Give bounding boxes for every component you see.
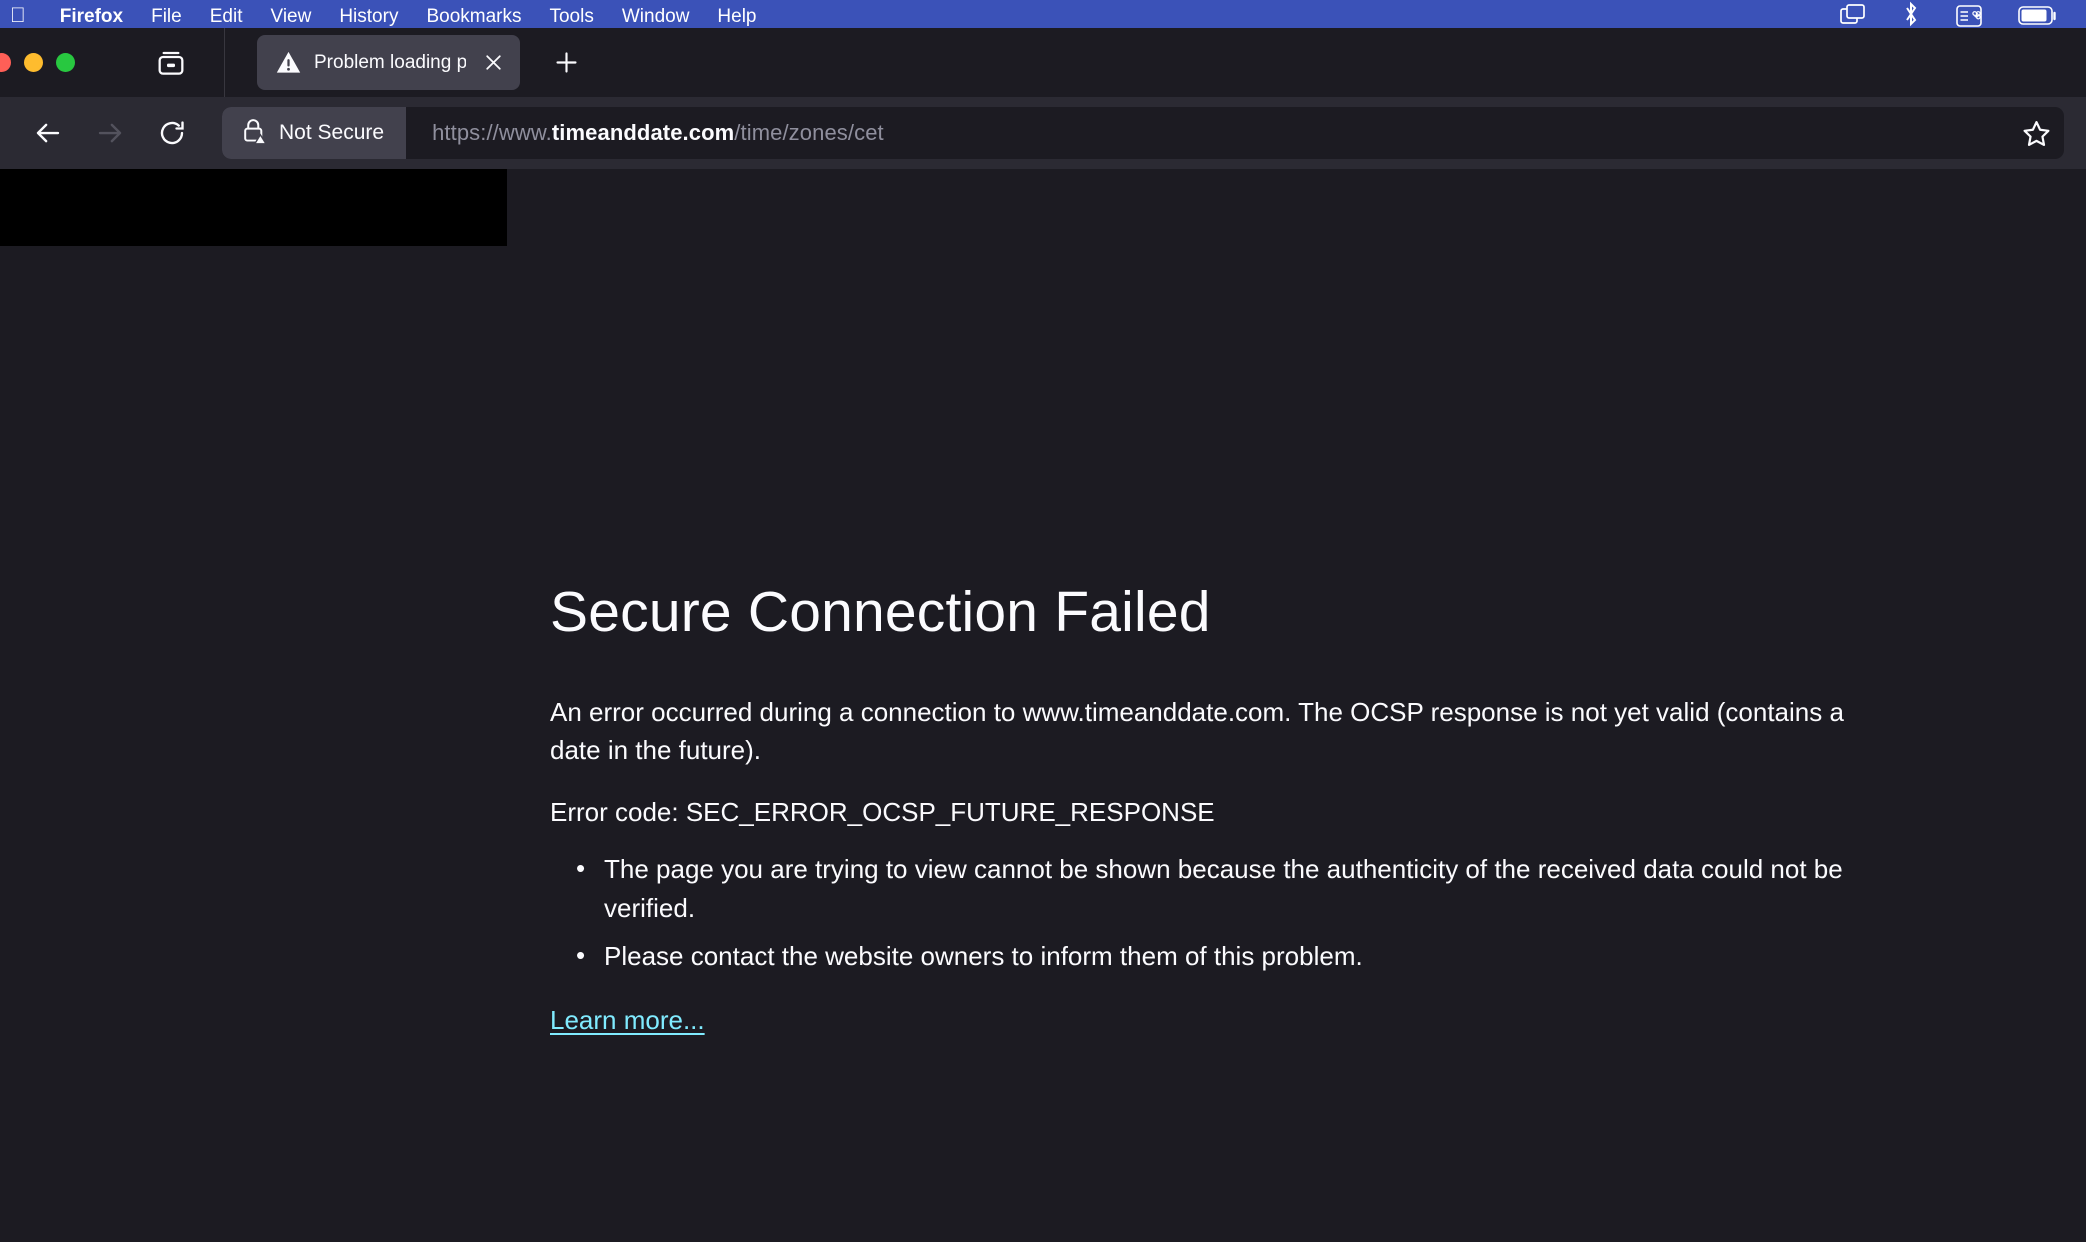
page-content-area: Secure Connection Failed An error occurr… <box>0 169 2086 1242</box>
keyboard-shortcut-icon[interactable] <box>1956 5 1982 27</box>
error-page: Secure Connection Failed An error occurr… <box>550 579 1920 1036</box>
page-title: Secure Connection Failed <box>550 579 1920 645</box>
url-bar[interactable]: Not Secure https://www.timeanddate.com/t… <box>222 107 2064 159</box>
menu-item-edit[interactable]: Edit <box>196 6 257 27</box>
menu-item-help[interactable]: Help <box>703 6 770 27</box>
tab-title: Problem loading page <box>314 52 466 74</box>
redaction-overlay <box>0 169 507 246</box>
menu-item-tools[interactable]: Tools <box>535 6 607 27</box>
back-button[interactable] <box>22 107 74 159</box>
tab-close-button[interactable] <box>478 48 508 78</box>
menu-item-window[interactable]: Window <box>608 6 704 27</box>
lock-warning-icon <box>242 117 268 150</box>
window-traffic-lights <box>0 53 92 72</box>
bluetooth-icon[interactable] <box>1902 1 1920 27</box>
menu-item-bookmarks[interactable]: Bookmarks <box>412 6 535 27</box>
window-maximize-button[interactable] <box>56 53 75 72</box>
not-secure-label: Not Secure <box>279 121 384 145</box>
macos-menu-bar:  Firefox File Edit View History Bookmar… <box>0 0 2086 28</box>
learn-more-link[interactable]: Learn more... <box>550 1005 705 1036</box>
error-description: An error occurred during a connection to… <box>550 693 1870 769</box>
menu-item-history[interactable]: History <box>325 6 412 27</box>
bookmark-star-icon[interactable] <box>2008 107 2064 159</box>
screen-mirroring-icon[interactable] <box>1840 3 1866 27</box>
menu-item-file[interactable]: File <box>137 6 196 27</box>
toolbar-divider <box>224 28 225 97</box>
not-secure-badge[interactable]: Not Secure <box>222 107 406 159</box>
browser-tab-strip: Problem loading page <box>0 28 2086 97</box>
url-path: /time/zones/cet <box>734 120 883 145</box>
forward-button[interactable] <box>84 107 136 159</box>
error-code: Error code: SEC_ERROR_OCSP_FUTURE_RESPON… <box>550 797 1920 828</box>
list-item: Please contact the website owners to inf… <box>550 937 1920 975</box>
apple-logo-icon[interactable]:  <box>10 5 26 26</box>
menu-item-view[interactable]: View <box>256 6 325 27</box>
firefox-view-button[interactable] <box>142 40 200 86</box>
browser-nav-toolbar: Not Secure https://www.timeanddate.com/t… <box>0 97 2086 169</box>
list-item: The page you are trying to view cannot b… <box>550 850 1920 926</box>
window-minimize-button[interactable] <box>24 53 43 72</box>
error-bullet-list: The page you are trying to view cannot b… <box>550 850 1920 975</box>
url-host: timeanddate.com <box>552 120 734 145</box>
menu-item-firefox[interactable]: Firefox <box>46 6 137 27</box>
tab-problem-loading-page[interactable]: Problem loading page <box>257 35 520 90</box>
warning-triangle-icon <box>275 49 302 76</box>
new-tab-button[interactable] <box>544 41 588 85</box>
url-scheme: https://www. <box>432 120 552 145</box>
battery-icon[interactable] <box>2018 5 2058 27</box>
reload-button[interactable] <box>146 107 198 159</box>
url-text[interactable]: https://www.timeanddate.com/time/zones/c… <box>406 120 2008 146</box>
window-close-button[interactable] <box>0 53 11 72</box>
